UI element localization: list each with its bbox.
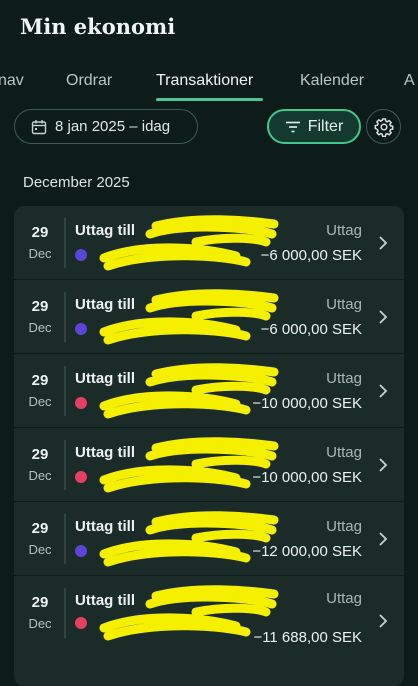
date-month: Dec: [28, 394, 52, 409]
date-month: Dec: [28, 616, 52, 631]
transaction-description: Uttag till: [75, 592, 135, 609]
page-title: Min ekonomi: [20, 14, 176, 39]
account-color-dot: [75, 397, 87, 409]
transaction-description: Uttag till: [75, 444, 135, 461]
filter-icon: [285, 121, 300, 132]
settings-button[interactable]: [366, 109, 401, 144]
date-day: 29: [31, 594, 49, 611]
date-range-label: 8 jan 2025 – idag: [55, 118, 171, 135]
transaction-amount: −6 000,00 SEK: [260, 247, 362, 264]
date-day: 29: [31, 298, 49, 315]
date-day: 29: [31, 520, 49, 537]
transaction-description: Uttag till: [75, 518, 135, 535]
row-divider: [64, 440, 66, 490]
account-color-dot: [75, 617, 87, 629]
tab-more[interactable]: A: [404, 72, 415, 90]
date-day: 29: [31, 446, 49, 463]
transaction-row[interactable]: 29 Dec Uttag till Uttag −11 688,00 SEK: [14, 576, 404, 650]
account-color-dot: [75, 323, 87, 335]
row-divider: [64, 292, 66, 342]
tab-kalender[interactable]: Kalender: [300, 72, 364, 90]
gear-icon: [374, 117, 393, 137]
filter-button[interactable]: Filter: [267, 109, 361, 144]
transaction-list: 29 Dec Uttag till Uttag −6 000,00 SEK 29 Dec Ut…: [14, 206, 404, 686]
transaction-type: Uttag: [326, 518, 362, 535]
chevron-right-icon: [379, 458, 388, 472]
transaction-row[interactable]: 29 Dec Uttag till Uttag −6 000,00 SEK: [14, 206, 404, 280]
redaction-scribble: [99, 289, 279, 345]
transaction-row[interactable]: 29 Dec Uttag till Uttag −10 000,00 SEK: [14, 354, 404, 428]
row-divider: [64, 366, 66, 416]
transaction-type: Uttag: [326, 296, 362, 313]
chevron-right-icon: [379, 310, 388, 324]
transaction-type: Uttag: [326, 370, 362, 387]
month-heading: December 2025: [23, 174, 130, 191]
row-divider: [64, 514, 66, 564]
transaction-amount: −6 000,00 SEK: [260, 321, 362, 338]
date-day: 29: [31, 224, 49, 241]
account-color-dot: [75, 249, 87, 261]
transaction-row[interactable]: 29 Dec Uttag till Uttag −10 000,00 SEK: [14, 428, 404, 502]
date-month: Dec: [28, 468, 52, 483]
calendar-icon: [31, 119, 47, 134]
tab-nav[interactable]: nav: [0, 72, 24, 90]
account-color-dot: [75, 545, 87, 557]
filter-label: Filter: [307, 117, 344, 135]
date-range-button[interactable]: 8 jan 2025 – idag: [14, 109, 198, 144]
chevron-right-icon: [379, 236, 388, 250]
chevron-right-icon: [379, 614, 388, 628]
date-month: Dec: [28, 320, 52, 335]
transaction-amount: −10 000,00 SEK: [252, 469, 362, 486]
transaction-type: Uttag: [326, 444, 362, 461]
account-color-dot: [75, 471, 87, 483]
transaction-amount: −12 000,00 SEK: [252, 543, 362, 560]
date-month: Dec: [28, 542, 52, 557]
transaction-row[interactable]: 29 Dec Uttag till Uttag −12 000,00 SEK: [14, 502, 404, 576]
transaction-description: Uttag till: [75, 222, 135, 239]
date-day: 29: [31, 372, 49, 389]
redaction-scribble: [99, 215, 279, 271]
date-month: Dec: [28, 246, 52, 261]
transaction-description: Uttag till: [75, 370, 135, 387]
transaction-amount: −11 688,00 SEK: [253, 629, 362, 646]
tab-transaktioner[interactable]: Transaktioner: [156, 72, 253, 90]
row-divider: [64, 588, 66, 638]
row-divider: [64, 218, 66, 268]
chevron-right-icon: [379, 384, 388, 398]
transaction-row[interactable]: 29 Dec Uttag till Uttag −6 000,00 SEK: [14, 280, 404, 354]
active-tab-indicator: [156, 98, 263, 101]
transaction-type: Uttag: [326, 222, 362, 239]
transaction-type: Uttag: [326, 590, 362, 607]
transaction-description: Uttag till: [75, 296, 135, 313]
tab-ordrar[interactable]: Ordrar: [66, 72, 112, 90]
transaction-amount: −10 000,00 SEK: [252, 395, 362, 412]
chevron-right-icon: [379, 532, 388, 546]
